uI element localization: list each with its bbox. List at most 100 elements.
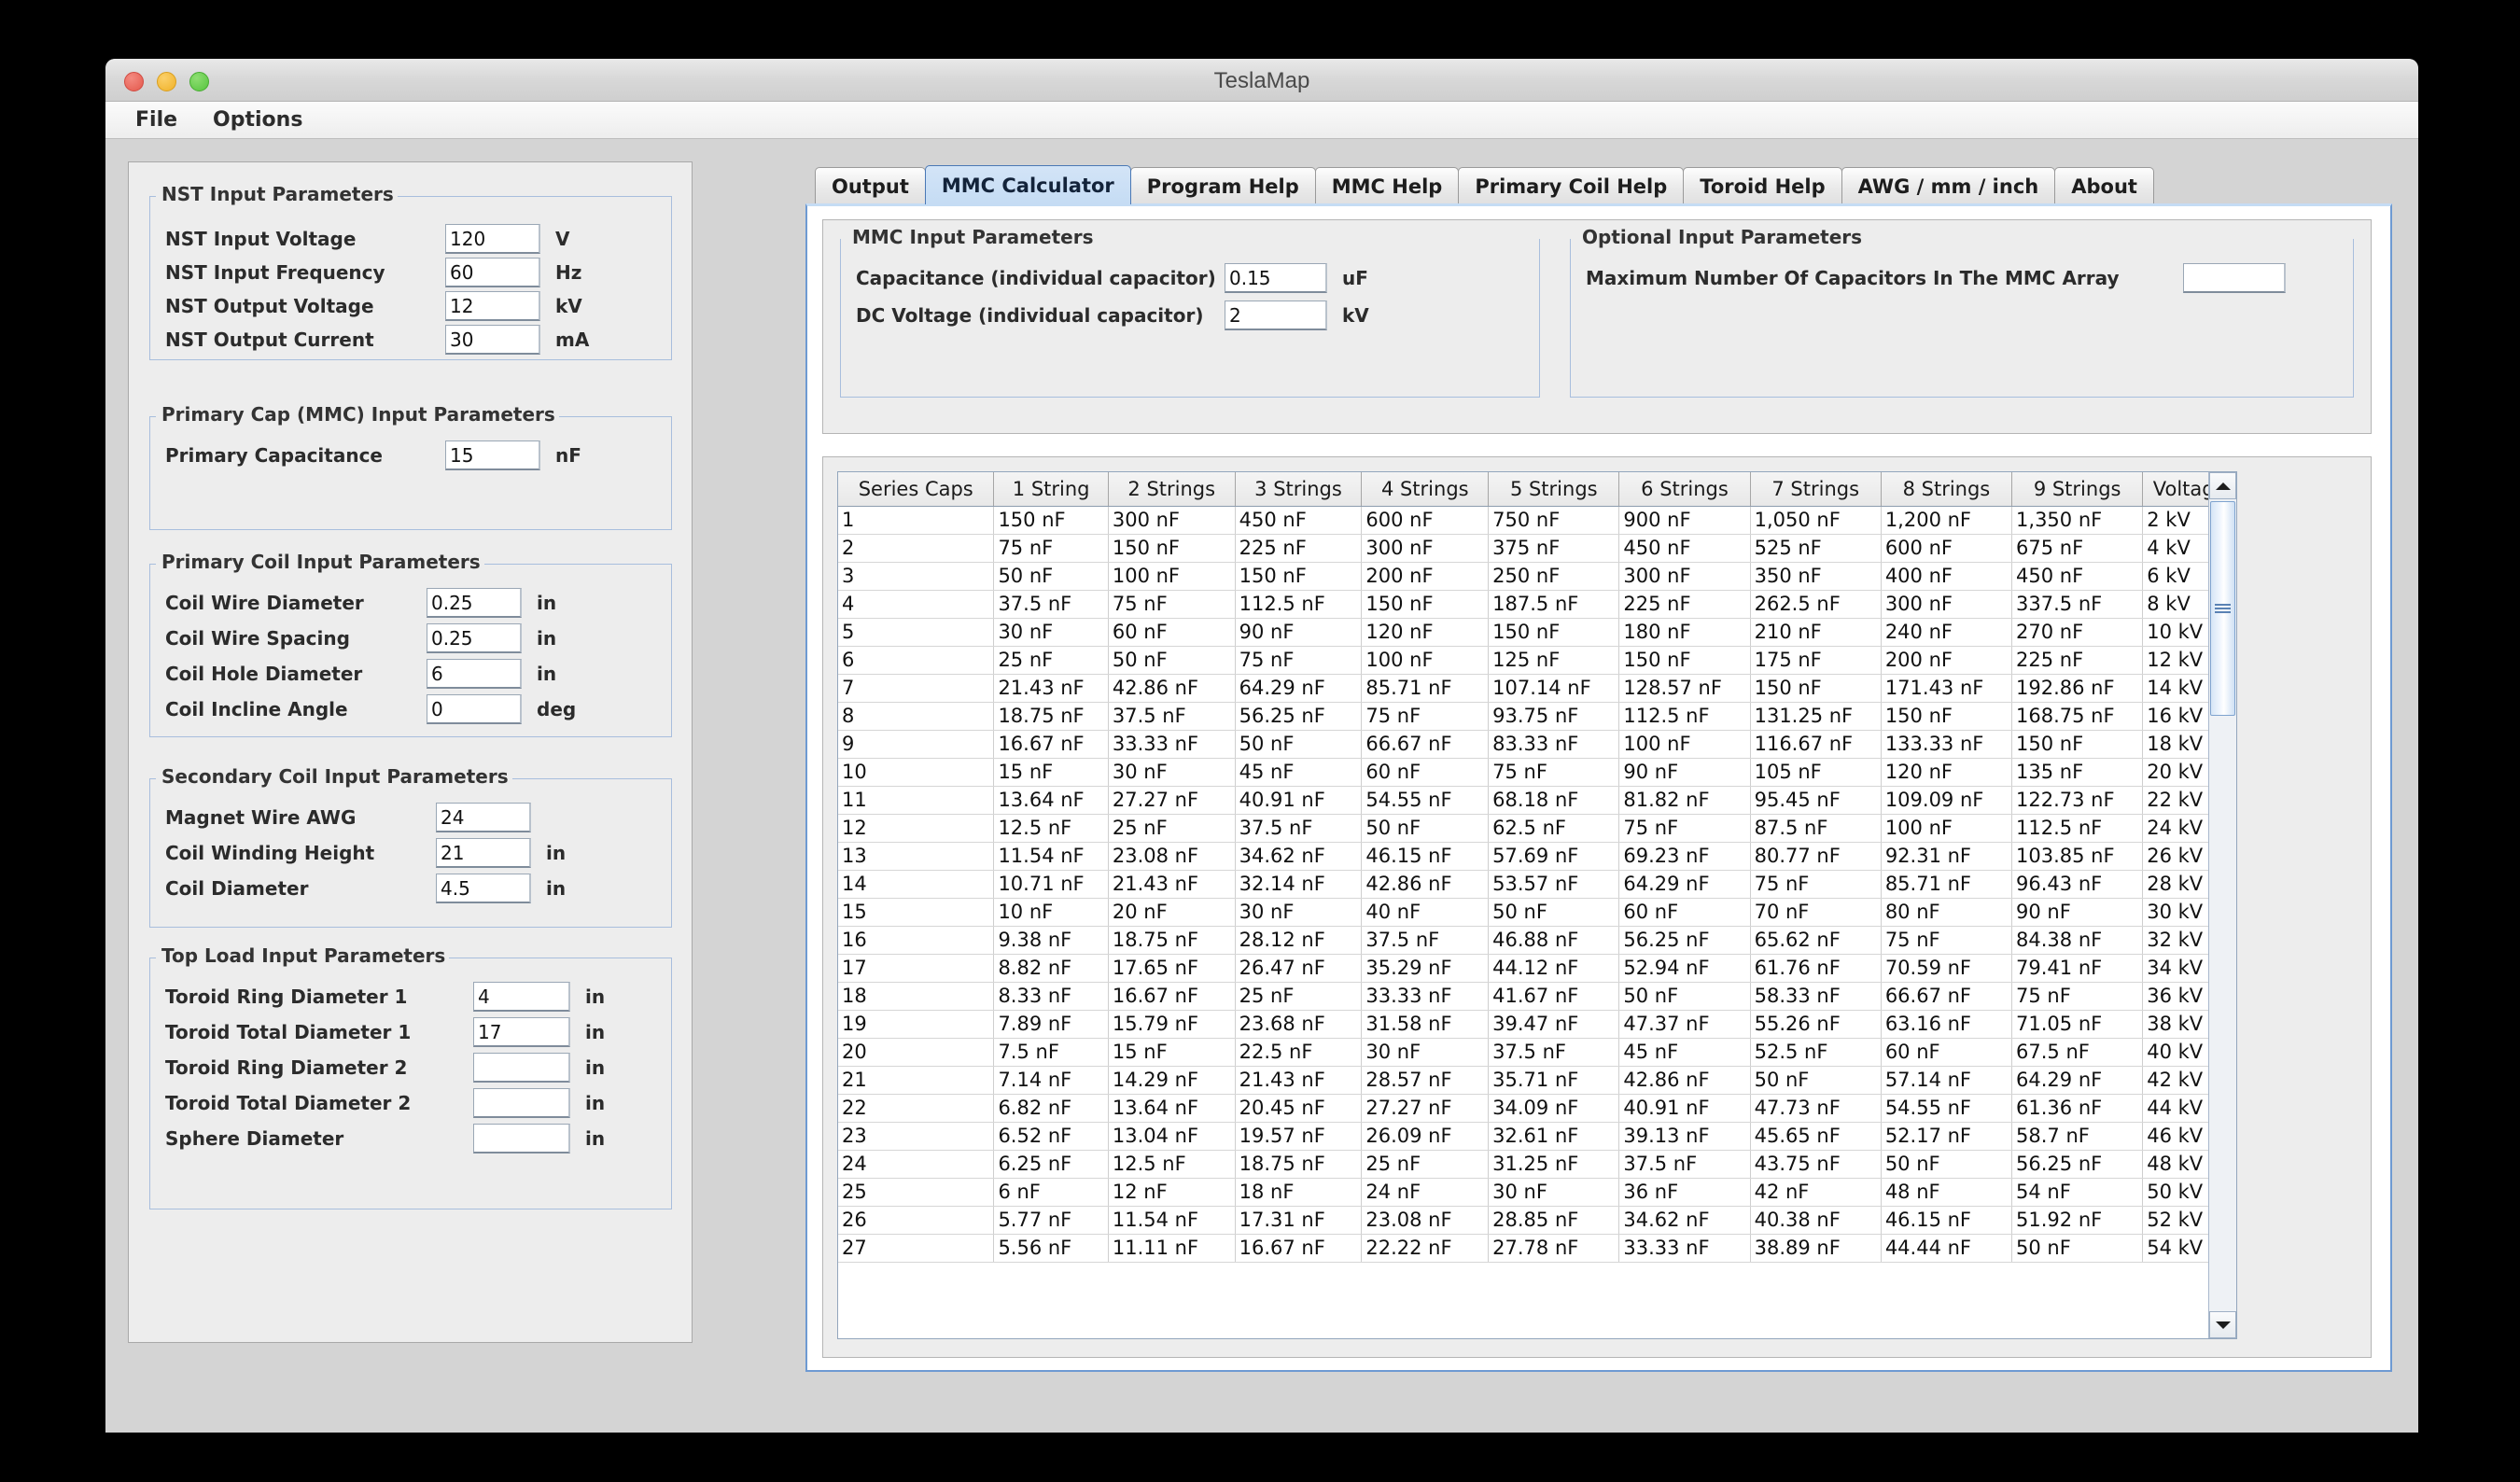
input-toroid-ring-diameter-1[interactable]: 4: [473, 982, 570, 1012]
field-unit: uF: [1342, 267, 1368, 289]
input-capacitance-individual-capacitor[interactable]: 0.15: [1225, 263, 1327, 293]
table-header-2-strings[interactable]: 2 Strings: [1108, 472, 1236, 507]
table-row[interactable]: 21 7.14 nF 14.29 nF 21.43 nF 28.57 nF 35.71 n…: [838, 1066, 2236, 1095]
table-row[interactable]: 25 6 nF 12 nF 18 nF 24 nF 30 nF 36 nF 42 nF 48 n…: [838, 1178, 2236, 1207]
table-row[interactable]: 9 16.67 nF 33.33 nF 50 nF 66.67 nF 83.33 nF 10…: [838, 730, 2236, 759]
table-cell: 48 nF: [1881, 1178, 2013, 1207]
table-header-7-strings[interactable]: 7 Strings: [1750, 472, 1882, 507]
table-cell: 40.91 nF: [1235, 786, 1363, 815]
scroll-down-button[interactable]: [2209, 1311, 2236, 1338]
input-sphere-diameter[interactable]: [473, 1124, 570, 1153]
table-cell: 150 nF: [993, 506, 1109, 535]
table-row[interactable]: 18 8.33 nF 16.67 nF 25 nF 33.33 nF 41.67 nF 50…: [838, 982, 2236, 1011]
table-cell: 65.62 nF: [1750, 926, 1882, 955]
table-row[interactable]: 20 7.5 nF 15 nF 22.5 nF 30 nF 37.5 nF 45 nF 52.…: [838, 1038, 2236, 1067]
tab-mmc-help[interactable]: MMC Help: [1314, 167, 1460, 204]
table-row[interactable]: 26 5.77 nF 11.54 nF 17.31 nF 23.08 nF 28.85 n…: [838, 1206, 2236, 1235]
tab-primary-coil-help[interactable]: Primary Coil Help: [1458, 167, 1685, 204]
scroll-up-button[interactable]: [2209, 472, 2236, 499]
table-cell: 107.14 nF: [1488, 674, 1620, 703]
table-row[interactable]: 17 8.82 nF 17.65 nF 26.47 nF 35.29 nF 44.12 n…: [838, 954, 2236, 983]
input-toroid-ring-diameter-2[interactable]: [473, 1053, 570, 1083]
table-header-1-string[interactable]: 1 String: [993, 472, 1109, 507]
table-row[interactable]: 6 25 nF 50 nF 75 nF 100 nF 125 nF 150 nF 175 nF…: [838, 646, 2236, 675]
input-nst-output-current[interactable]: 30: [445, 325, 540, 355]
table-header-8-strings[interactable]: 8 Strings: [1881, 472, 2013, 507]
tab-toroid-help[interactable]: Toroid Help: [1683, 167, 1842, 204]
table-row[interactable]: 1 150 nF 300 nF 450 nF 600 nF 750 nF 900 nF 1,0…: [838, 506, 2236, 535]
input-nst-input-frequency[interactable]: 60: [445, 258, 540, 287]
table-header-9-strings[interactable]: 9 Strings: [2011, 472, 2144, 507]
table-row[interactable]: 23 6.52 nF 13.04 nF 19.57 nF 26.09 nF 32.61 n…: [838, 1122, 2236, 1151]
table-row[interactable]: 27 5.56 nF 11.11 nF 16.67 nF 22.22 nF 27.78 n…: [838, 1234, 2236, 1263]
table-cell: 42.86 nF: [1108, 674, 1236, 703]
input-coil-diameter[interactable]: 4.5: [436, 874, 531, 903]
input-toroid-total-diameter-1[interactable]: 17: [473, 1017, 570, 1047]
table-cell: 21.43 nF: [1108, 870, 1236, 899]
table-row[interactable]: 13 11.54 nF 23.08 nF 34.62 nF 46.15 nF 57.69 …: [838, 842, 2236, 871]
scrollbar-thumb[interactable]: [2210, 501, 2235, 716]
mmc-inputs-container: MMC Input Parameters Capacitance (individ…: [822, 219, 2372, 434]
table-row[interactable]: 16 9.38 nF 18.75 nF 28.12 nF 37.5 nF 46.88 nF…: [838, 926, 2236, 955]
table-cell: 150 nF: [1750, 674, 1882, 703]
window-body: NST Input Parameters NST Input Voltage 120…: [105, 139, 2418, 1432]
field-toroid-ring-diameter-1: Toroid Ring Diameter 1 4 in: [165, 982, 605, 1012]
tab-about[interactable]: About: [2054, 167, 2154, 204]
table-cell: 133.33 nF: [1881, 730, 2013, 759]
table-row[interactable]: 14 10.71 nF 21.43 nF 32.14 nF 42.86 nF 53.57 …: [838, 870, 2236, 899]
table-row[interactable]: 10 15 nF 30 nF 45 nF 60 nF 75 nF 90 nF 105 nF 12…: [838, 758, 2236, 787]
table-header-6-strings[interactable]: 6 Strings: [1618, 472, 1751, 507]
tab-program-help[interactable]: Program Help: [1129, 167, 1316, 204]
table-row[interactable]: 24 6.25 nF 12.5 nF 18.75 nF 25 nF 31.25 nF 37.…: [838, 1150, 2236, 1179]
input-coil-wire-diameter[interactable]: 0.25: [427, 588, 522, 618]
input-nst-input-voltage[interactable]: 120: [445, 224, 540, 254]
table-row[interactable]: 11 13.64 nF 27.27 nF 40.91 nF 54.55 nF 68.18 …: [838, 786, 2236, 815]
table-header-series-caps[interactable]: Series Caps: [838, 472, 995, 507]
table-cell: 75 nF: [1618, 814, 1751, 843]
table-row[interactable]: 7 21.43 nF 42.86 nF 64.29 nF 85.71 nF 107.14 …: [838, 674, 2236, 703]
table-cell: 75 nF: [1750, 870, 1882, 899]
input-parameters-sidebar: NST Input Parameters NST Input Voltage 120…: [128, 161, 693, 1343]
table-row[interactable]: 4 37.5 nF 75 nF 112.5 nF 150 nF 187.5 nF 225 n…: [838, 590, 2236, 619]
table-row[interactable]: 15 10 nF 20 nF 30 nF 40 nF 50 nF 60 nF 70 nF 80 …: [838, 898, 2236, 927]
menu-item-options[interactable]: Options: [200, 105, 315, 134]
table-cell: 56.25 nF: [2011, 1150, 2144, 1179]
table-cell: 5: [838, 618, 995, 647]
table-cell: 150 nF: [1235, 562, 1363, 591]
table-row[interactable]: 12 12.5 nF 25 nF 37.5 nF 50 nF 62.5 nF 75 nF 87…: [838, 814, 2236, 843]
table-row[interactable]: 3 50 nF 100 nF 150 nF 200 nF 250 nF 300 nF 350 …: [838, 562, 2236, 591]
table-header-4-strings[interactable]: 4 Strings: [1361, 472, 1490, 507]
table-header-3-strings[interactable]: 3 Strings: [1235, 472, 1363, 507]
table-cell: 8.82 nF: [993, 954, 1109, 983]
input-coil-hole-diameter[interactable]: 6: [427, 659, 522, 689]
input-dc-voltage-individual-capacitor[interactable]: 2: [1225, 301, 1327, 330]
table-vertical-scrollbar[interactable]: [2208, 472, 2236, 1338]
table-row[interactable]: 19 7.89 nF 15.79 nF 23.68 nF 31.58 nF 39.47 n…: [838, 1010, 2236, 1039]
menu-item-file[interactable]: File: [122, 105, 190, 134]
field-unit: deg: [537, 698, 577, 720]
table-row[interactable]: 5 30 nF 60 nF 90 nF 120 nF 150 nF 180 nF 210 nF…: [838, 618, 2236, 647]
table-row[interactable]: 2 75 nF 150 nF 225 nF 300 nF 375 nF 450 nF 525 …: [838, 534, 2236, 563]
input-coil-incline-angle[interactable]: 0: [427, 694, 522, 724]
tab-mmc-calculator[interactable]: MMC Calculator: [924, 165, 1131, 204]
input-coil-wire-spacing[interactable]: 0.25: [427, 623, 522, 653]
table-cell: 50 nF: [993, 562, 1109, 591]
table-cell: 192.86 nF: [2011, 674, 2144, 703]
table-cell: 50 nF: [1361, 814, 1490, 843]
table-cell: 75 nF: [1881, 926, 2013, 955]
input-primary-capacitance[interactable]: 15: [445, 440, 540, 470]
input-coil-winding-height[interactable]: 21: [436, 838, 531, 868]
table-cell: 47.73 nF: [1750, 1094, 1882, 1123]
input-nst-output-voltage[interactable]: 12: [445, 291, 540, 321]
input-maximum-number-of-capacitors-in-the-mmc-array[interactable]: [2183, 263, 2286, 293]
table-row[interactable]: 22 6.82 nF 13.64 nF 20.45 nF 27.27 nF 34.09 n…: [838, 1094, 2236, 1123]
input-magnet-wire-awg[interactable]: 24: [436, 803, 531, 832]
table-header-5-strings[interactable]: 5 Strings: [1488, 472, 1620, 507]
input-toroid-total-diameter-2[interactable]: [473, 1088, 570, 1118]
tab-output[interactable]: Output: [815, 167, 926, 204]
table-cell: 52.17 nF: [1881, 1122, 2013, 1151]
table-row[interactable]: 8 18.75 nF 37.5 nF 56.25 nF 75 nF 93.75 nF 112…: [838, 702, 2236, 731]
table-cell: 350 nF: [1750, 562, 1882, 591]
tab-awg-mm-inch[interactable]: AWG / mm / inch: [1841, 167, 2056, 204]
table-cell: 25 nF: [993, 646, 1109, 675]
